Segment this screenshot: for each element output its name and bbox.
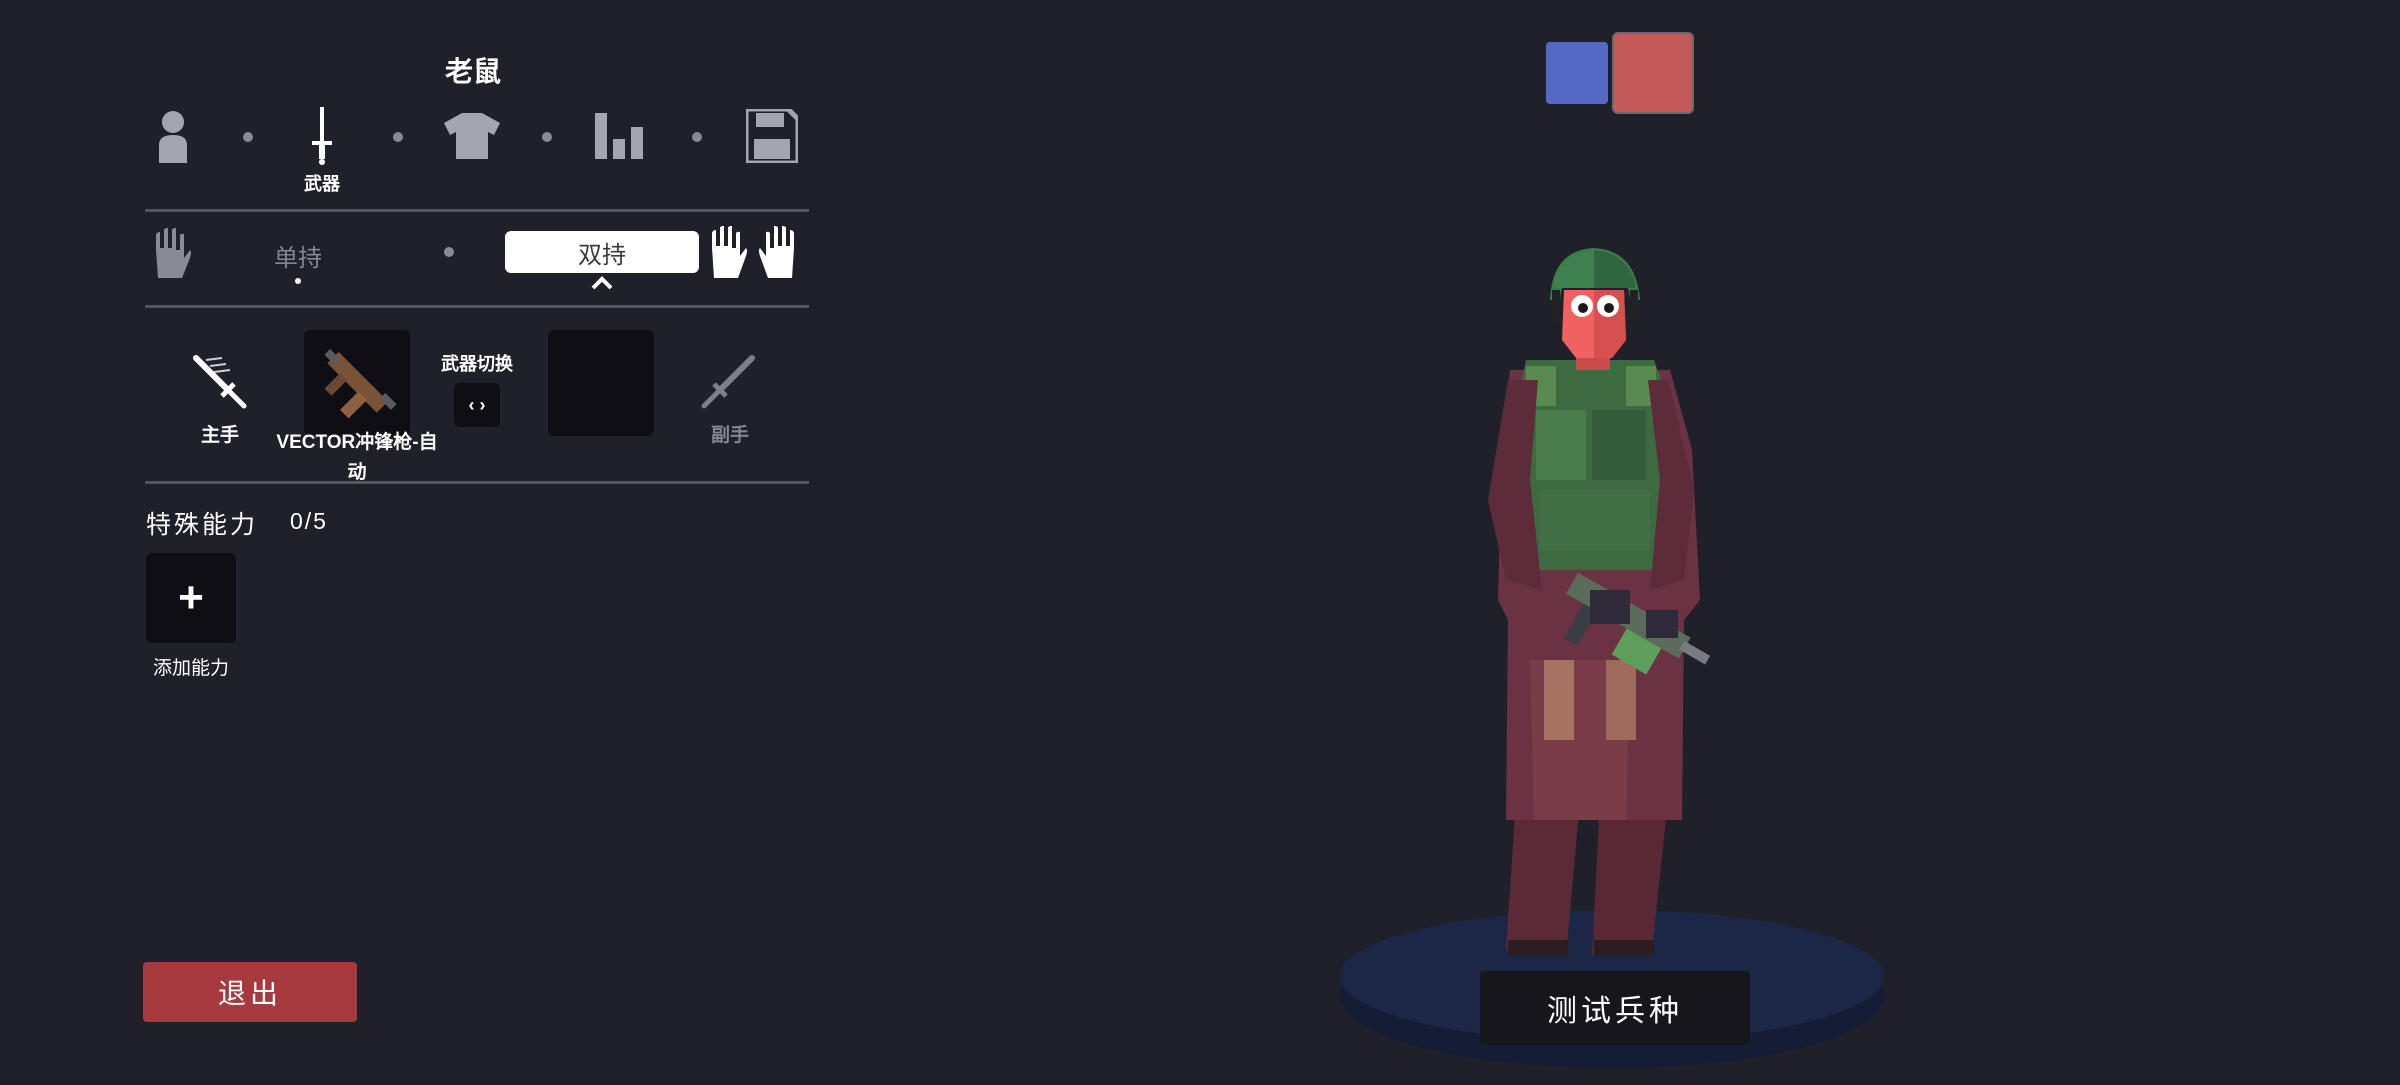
soldier-model [1340,248,1884,1068]
single-grip-option[interactable]: 单持 [268,238,328,273]
tab-weapon-label: 武器 [304,174,340,194]
shirt-icon [444,113,500,159]
divider [145,305,809,308]
tab-stats[interactable] [591,106,651,166]
bar-chart-icon [595,113,643,159]
grip-indicator-dot [295,278,301,284]
smg-icon [324,349,397,419]
add-ability-label: 添加能力 [152,658,229,679]
divider [145,209,809,212]
dual-grip-option[interactable]: 双持 [505,231,699,273]
unit-name: 老鼠 [444,56,501,87]
weapon-swap-button[interactable]: ‹ › [454,383,500,427]
abilities-title: 特殊能力 [146,511,259,539]
weapon-swap-label: 武器切换 [441,354,513,374]
main-weapon-name: VECTOR冲锋枪-自动 [276,432,438,483]
off-hand-label: 副手 [710,425,749,446]
floppy-disk-icon [746,109,798,163]
off-hand-sword-icon [700,354,756,415]
test-unit-button[interactable]: 测试兵种 [1480,971,1750,1045]
grip-separator-dot [444,247,454,257]
tab-separator-dot [542,132,552,142]
team-color-blue[interactable] [1546,42,1608,104]
person-icon [159,111,187,163]
sword-icon [312,107,332,165]
single-hand-icon[interactable] [152,228,192,283]
chevron-up-icon [591,276,613,295]
add-ability-button[interactable]: + [146,553,236,643]
tab-clothing[interactable] [442,106,502,166]
main-weapon-slot[interactable] [304,330,410,436]
main-hand-label: 主手 [200,425,239,446]
dual-hand-icon[interactable] [708,226,798,283]
tab-separator-dot [393,132,403,142]
tab-separator-dot [692,132,702,142]
exit-button[interactable]: 退出 [143,962,357,1022]
tab-unit[interactable] [143,106,203,166]
tab-separator-dot [243,132,253,142]
unit-preview[interactable] [1330,240,1890,1085]
tab-weapon[interactable] [292,106,352,166]
off-hand-weapon-slot[interactable] [548,330,654,436]
abilities-count: 0/5 [290,508,328,534]
tab-save[interactable] [742,106,802,166]
team-color-red[interactable] [1614,34,1692,112]
divider [145,481,809,484]
main-hand-sword-icon [192,354,248,415]
